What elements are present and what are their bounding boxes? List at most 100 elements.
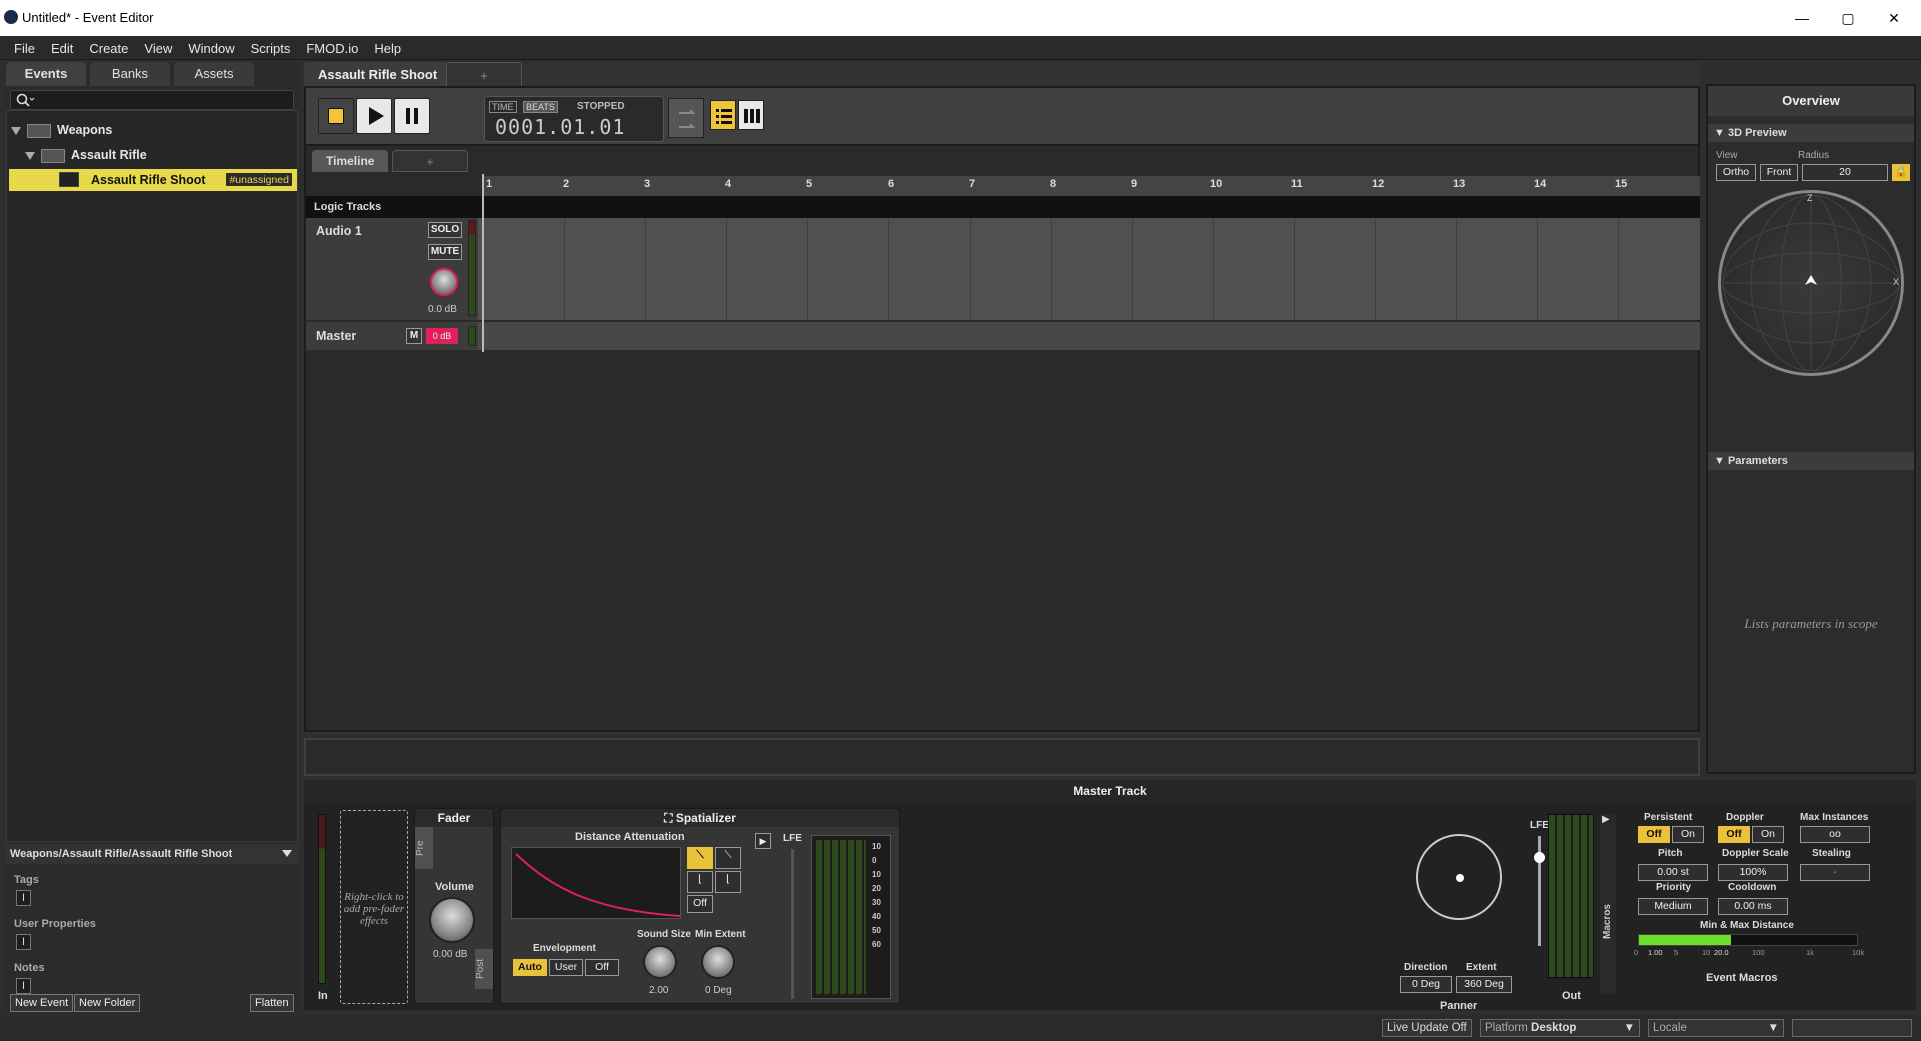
- persistent-on-button[interactable]: On: [1672, 826, 1704, 843]
- tab-banks[interactable]: Banks: [90, 62, 170, 86]
- menu-edit[interactable]: Edit: [43, 36, 81, 61]
- grid-view-button[interactable]: [738, 100, 764, 130]
- bank-assignment-badge[interactable]: #unassigned: [225, 172, 293, 187]
- list-view-button[interactable]: [710, 100, 736, 130]
- audio-track-row[interactable]: Audio 1 SOLO MUTE 0.0 dB: [306, 218, 1700, 320]
- envelopment-auto-button[interactable]: Auto: [513, 959, 547, 976]
- distance-range-slider[interactable]: [1638, 934, 1858, 946]
- doppler-scale-field[interactable]: 100%: [1718, 864, 1788, 881]
- 3d-preview-header[interactable]: ▼ 3D Preview: [1708, 124, 1914, 142]
- tree-event-assault-rifle-shoot[interactable]: Assault Rifle Shoot #unassigned: [9, 169, 297, 191]
- pre-fader-drop-zone[interactable]: Right-click to add pre-fader effects: [340, 810, 408, 1004]
- playhead[interactable]: [482, 174, 484, 352]
- lfe-slider[interactable]: [791, 849, 794, 999]
- curve-linear-squared-button[interactable]: ⟍: [687, 847, 713, 869]
- master-track-row[interactable]: Master M 0 dB: [306, 322, 1700, 350]
- persistent-off-button[interactable]: Off: [1638, 826, 1670, 843]
- live-update-button[interactable]: Live Update Off: [1382, 1019, 1472, 1037]
- beats-mode-button[interactable]: BEATS: [523, 101, 558, 113]
- new-event-button[interactable]: New Event: [10, 994, 74, 1012]
- mute-button[interactable]: MUTE: [428, 244, 462, 260]
- time-mode-button[interactable]: TIME: [489, 101, 517, 113]
- master-volume-field[interactable]: 0 dB: [426, 328, 458, 344]
- menu-help[interactable]: Help: [366, 36, 409, 61]
- macros-side-tab[interactable]: ▶ Macros: [1600, 814, 1616, 994]
- pitch-field[interactable]: 0.00 st: [1638, 864, 1708, 881]
- priority-field[interactable]: Medium: [1638, 898, 1708, 915]
- audio-track-name[interactable]: Audio 1: [316, 224, 362, 238]
- tags-edit-icon[interactable]: I: [16, 890, 31, 906]
- doppler-on-button[interactable]: On: [1752, 826, 1784, 843]
- master-mute-button[interactable]: M: [406, 328, 422, 344]
- pause-button[interactable]: [394, 98, 430, 134]
- add-parameter-tab-button[interactable]: +: [392, 150, 468, 172]
- stealing-dropdown[interactable]: -: [1800, 864, 1870, 881]
- parameters-header[interactable]: ▼ Parameters: [1708, 452, 1914, 470]
- maximize-button[interactable]: ▢: [1833, 6, 1863, 30]
- menu-view[interactable]: View: [136, 36, 180, 61]
- expand-triangle-icon[interactable]: [25, 151, 35, 160]
- expand-curve-button[interactable]: ▶: [755, 833, 771, 849]
- stop-button[interactable]: [318, 98, 354, 134]
- curve-inverse-button[interactable]: ⌊: [687, 871, 713, 893]
- platform-dropdown[interactable]: Platform Desktop ▼: [1480, 1019, 1640, 1037]
- flatten-button[interactable]: Flatten: [250, 994, 294, 1012]
- panner-position-dot[interactable]: [1456, 874, 1464, 882]
- menu-file[interactable]: File: [0, 36, 43, 61]
- tree-folder-weapons[interactable]: Weapons: [11, 119, 112, 141]
- menu-scripts[interactable]: Scripts: [243, 36, 299, 61]
- timeline-ruler[interactable]: 1 2 3 4 5 6 7 8 9 10 11 12 13 14 15: [482, 176, 1700, 196]
- macros-collapse-icon[interactable]: ▶: [1602, 814, 1610, 825]
- event-tree: Weapons Assault Rifle Assault Rifle Shoo…: [6, 110, 298, 842]
- extent-field[interactable]: 360 Deg: [1456, 976, 1512, 993]
- panner-lfe-slider[interactable]: [1534, 836, 1545, 946]
- solo-button[interactable]: SOLO: [428, 222, 462, 238]
- menu-window[interactable]: Window: [180, 36, 242, 61]
- event-macros-panel: Persistent Off On Doppler Off On Max Ins…: [1634, 812, 1870, 984]
- envelopment-user-button[interactable]: User: [549, 959, 583, 976]
- lock-icon[interactable]: 🔒: [1892, 164, 1910, 181]
- panner-circle[interactable]: [1416, 834, 1502, 920]
- doppler-off-button[interactable]: Off: [1718, 826, 1750, 843]
- curve-inverse-tapered-button[interactable]: ⌊: [715, 871, 741, 893]
- tree-folder-assault-rifle[interactable]: Assault Rifle: [25, 144, 147, 166]
- curve-linear-button[interactable]: ⟍: [715, 847, 741, 869]
- cooldown-field[interactable]: 0.00 ms: [1718, 898, 1788, 915]
- track-volume-knob[interactable]: [430, 268, 458, 296]
- tab-timeline[interactable]: Timeline: [312, 150, 389, 172]
- add-event-tab-button[interactable]: +: [446, 62, 522, 88]
- minimize-button[interactable]: —: [1787, 6, 1817, 30]
- new-folder-button[interactable]: New Folder: [74, 994, 141, 1012]
- front-button[interactable]: Front: [1760, 164, 1798, 181]
- tab-assault-rifle-shoot[interactable]: Assault Rifle Shoot: [304, 62, 452, 88]
- search-input[interactable]: [10, 90, 294, 110]
- tab-assets[interactable]: Assets: [174, 62, 254, 86]
- notes-edit-icon[interactable]: I: [16, 978, 31, 994]
- curve-off-button[interactable]: Off: [687, 895, 713, 913]
- attenuation-curve-graph[interactable]: [511, 847, 681, 919]
- min-extent-knob[interactable]: [701, 945, 735, 979]
- locale-dropdown[interactable]: Locale ▼: [1648, 1019, 1784, 1037]
- tab-events[interactable]: Events: [6, 62, 86, 86]
- menu-fmodio[interactable]: FMOD.io: [298, 36, 366, 61]
- direction-field[interactable]: 0 Deg: [1400, 976, 1452, 993]
- play-button[interactable]: [356, 98, 392, 134]
- extent-label: Extent: [1466, 962, 1497, 973]
- radius-field[interactable]: 20: [1802, 164, 1888, 181]
- menu-create[interactable]: Create: [81, 36, 136, 61]
- audio-track-header[interactable]: Audio 1 SOLO MUTE 0.0 dB: [306, 218, 478, 320]
- collapse-icon[interactable]: [282, 850, 292, 857]
- min-max-distance-label: Min & Max Distance: [1700, 920, 1794, 931]
- master-track-header[interactable]: Master M 0 dB: [306, 322, 478, 350]
- sound-size-knob[interactable]: [643, 945, 677, 979]
- max-instances-field[interactable]: oo: [1800, 826, 1870, 843]
- ortho-button[interactable]: Ortho: [1716, 164, 1756, 181]
- close-button[interactable]: ✕: [1879, 6, 1909, 30]
- user-properties-edit-icon[interactable]: I: [16, 934, 31, 950]
- loop-button[interactable]: [668, 98, 704, 138]
- master-volume-knob[interactable]: [429, 897, 475, 943]
- expand-triangle-icon[interactable]: [11, 126, 21, 135]
- envelopment-off-button[interactable]: Off: [585, 959, 619, 976]
- 3d-preview-sphere[interactable]: Z X: [1718, 190, 1904, 376]
- persistent-label: Persistent: [1644, 812, 1693, 823]
